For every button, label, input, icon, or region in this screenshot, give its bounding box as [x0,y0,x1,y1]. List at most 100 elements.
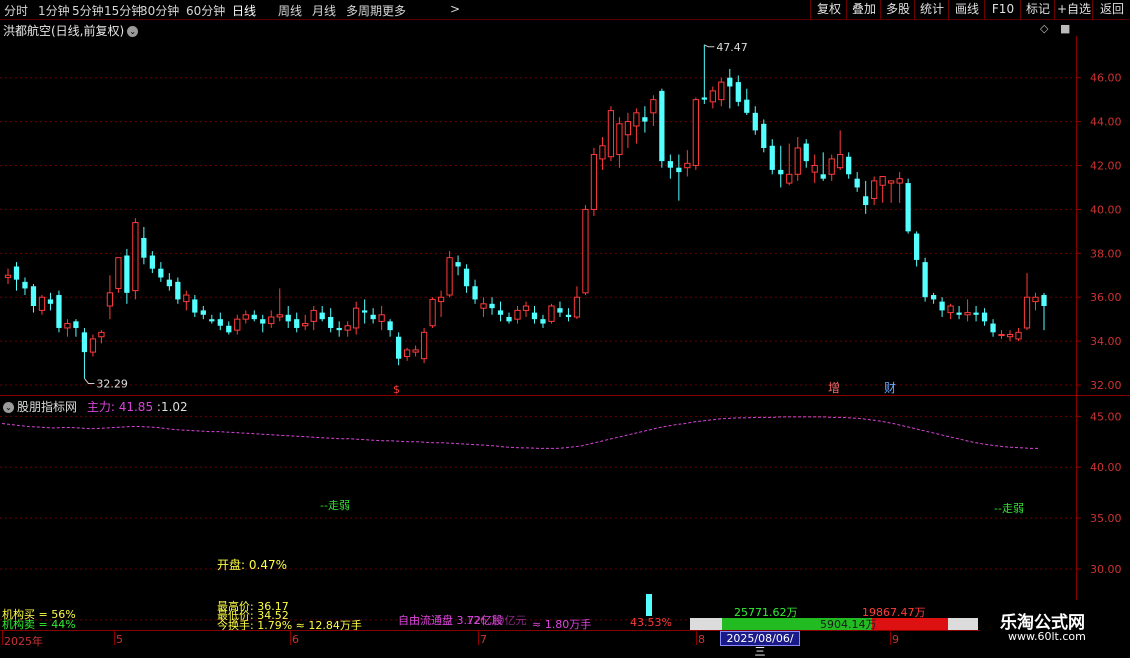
candle-body-120 [1023,296,1031,329]
tab-timeframe-2[interactable]: 5分钟 [72,2,104,19]
candle-body-96 [820,174,826,179]
price-tick-label-7: 46.00 [1090,72,1122,85]
high-label: 47.47 [716,41,748,54]
candle-body-101 [863,196,869,206]
diamond-icon[interactable]: ◇ [1040,22,1048,35]
candle-body-72 [616,123,623,156]
open-stat: 开盘: 0.47% [217,556,287,573]
candle-body-80 [684,162,691,169]
cursor-date-box: 2025/08/06/三 [720,631,800,658]
candle-body-79 [676,167,682,173]
tab-timeframe-9[interactable]: 多周期 [346,2,382,19]
candle-body-50 [429,298,436,327]
candle-body-28 [242,314,249,320]
candle-body-121 [1032,296,1039,303]
date-tick-4 [696,631,697,645]
candlestick-chart[interactable]: 32.00 34.00 36.00 38.00 40.00 42.00 44.00 46.00… [0,36,1130,396]
candle-body-16 [141,237,147,258]
candle-body-31 [268,316,275,325]
bar-left-neutral [690,618,722,630]
tab-timeframe-8[interactable]: 月线 [312,2,336,19]
candle-body-0 [4,274,12,278]
candle-body-11 [98,331,105,338]
candle-body-14 [124,255,130,293]
candle-body-7 [64,323,71,329]
low-label: 32.29 [96,377,128,390]
toolbar-button-5[interactable]: F10 [984,0,1021,19]
date-axis: 2025年 5 6 7 8 9 [0,630,1078,650]
toolbar-button-0[interactable]: 复权 [810,0,847,19]
candle-body-5 [47,299,54,304]
candle-body-56 [480,303,487,309]
weak-label-1: --走弱 [320,499,350,512]
candle-body-6 [56,295,62,328]
price-tick-label-2: 36.00 [1090,291,1122,304]
candle-body-65 [557,308,563,313]
candle-body-117 [998,334,1005,337]
candle-body-62 [531,312,538,320]
candle-body-82 [701,97,707,100]
tab-timeframe-0[interactable]: 分时 [4,2,28,19]
date-label-3: 7 [480,633,487,646]
candle-body-4 [38,296,46,311]
candle-body-26 [226,325,232,333]
candle-body-49 [420,331,428,360]
panel-toggle-icon[interactable]: ■ [1060,22,1070,35]
ind-tick-label-1: 30.00 [1090,563,1122,576]
candle-body-59 [506,316,512,322]
price-tick-label-1: 34.00 [1090,335,1122,348]
candle-body-112 [956,312,962,315]
tab-timeframe-6[interactable]: 日线 [232,2,256,19]
candle-body-93 [794,147,801,175]
toolbar-button-4[interactable]: 画线 [948,0,985,19]
tab-timeframe-4[interactable]: 30分钟 [140,2,179,19]
tab-timeframe-5[interactable]: 60分钟 [186,2,225,19]
toolbar-button-1[interactable]: 叠加 [846,0,881,19]
candle-body-64 [548,305,555,322]
candle-body-103 [879,175,886,186]
candle-body-109 [930,295,937,300]
tab-timeframe-1[interactable]: 1分钟 [38,2,70,19]
candle-body-44 [378,314,385,322]
indicator-chart[interactable]: 25.0030.0035.0040.0045.00 [0,396,1130,630]
candle-body-10 [89,338,97,353]
toolbar-button-2[interactable]: 多股 [880,0,915,19]
tab-timeframe-7[interactable]: 周线 [278,2,302,19]
candle-body-61 [522,305,530,311]
candle-body-83 [709,90,716,103]
candle-body-119 [1015,331,1022,340]
date-label-2: 6 [292,633,299,646]
candle-body-100 [854,178,860,188]
candle-body-25 [217,319,223,326]
candle-body-81 [692,99,699,167]
candle-body-43 [370,314,376,320]
candle-body-22 [192,299,198,313]
date-label-5: 9 [892,633,899,646]
candle-body-70 [599,145,606,160]
tab-timeframe-3[interactable]: 15分钟 [104,2,143,19]
candle-body-57 [489,303,495,309]
candle-body-114 [973,312,979,315]
toolbar-button-6[interactable]: 标记 [1020,0,1055,19]
candle-body-77 [659,90,665,162]
price-tick-label-4: 40.00 [1090,203,1122,216]
chevron-right-icon[interactable]: > [450,2,460,16]
candle-body-68 [582,208,589,294]
float-extra1: 126.10亿元 [466,614,527,627]
candle-body-60 [514,309,521,320]
toolbar-button-8[interactable]: 返回 [1092,0,1130,19]
candle-body-48 [412,349,419,353]
candle-body-74 [633,112,640,127]
date-tick-5 [890,631,891,645]
toolbar-button-3[interactable]: 统计 [914,0,949,19]
date-label-4: 8 [698,633,705,646]
date-tick-1 [114,631,115,645]
candle-body-29 [251,314,257,320]
candle-body-105 [896,178,903,184]
candle-body-87 [744,99,750,113]
toolbar-button-7[interactable]: +自选 [1054,0,1093,19]
candle-body-99 [846,156,852,175]
tab-timeframe-10[interactable]: 更多 [382,2,406,19]
candle-body-2 [22,281,28,289]
candle-body-69 [590,154,598,210]
